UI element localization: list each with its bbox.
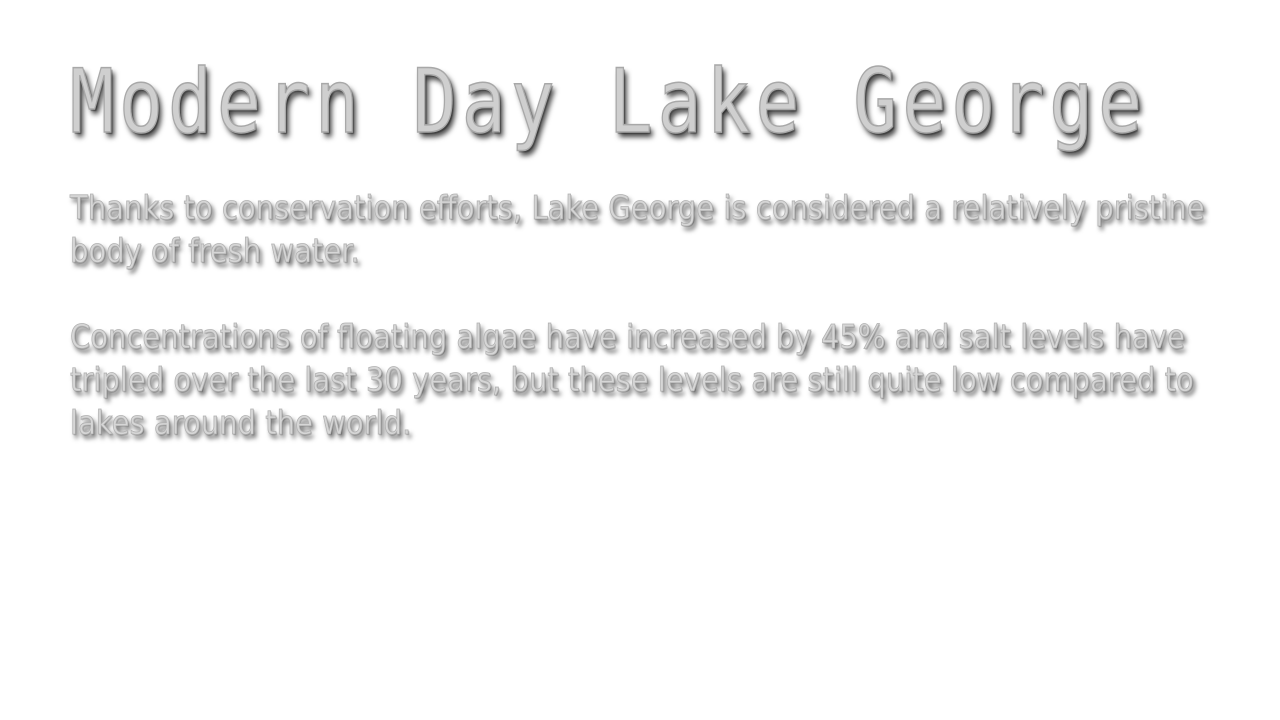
paragraph-conservation: Thanks to conservation efforts, Lake Geo… bbox=[70, 188, 1205, 271]
paragraph-concentrations: Concentrations of floating algae have in… bbox=[70, 317, 1195, 443]
slide: Modern Day Lake George Thanks to conserv… bbox=[0, 0, 1280, 720]
slide-title: Modern Day Lake George bbox=[69, 50, 1147, 153]
slide-body: Thanks to conservation efforts, Lake Geo… bbox=[70, 186, 1210, 487]
